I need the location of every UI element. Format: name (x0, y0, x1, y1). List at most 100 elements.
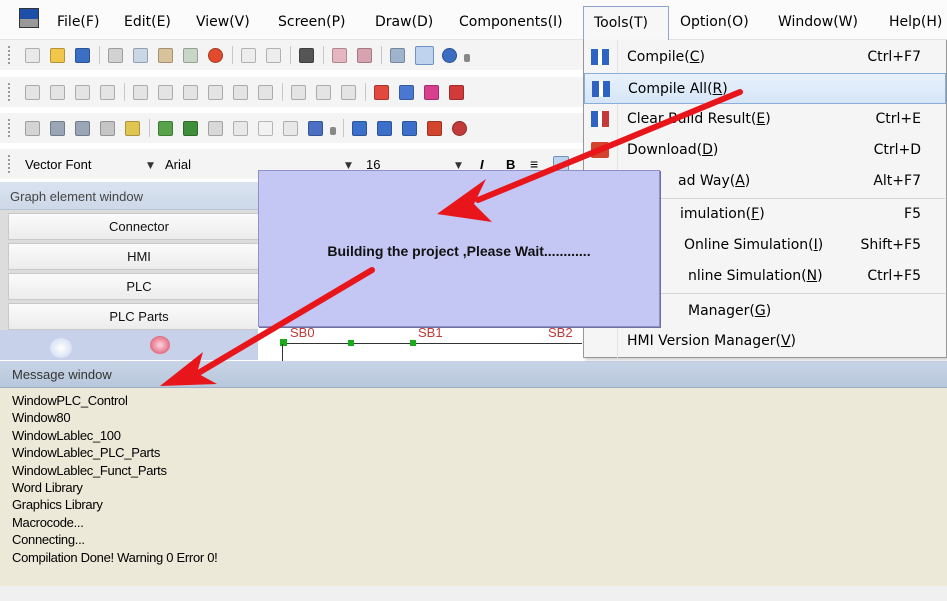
menu-components[interactable]: Components(I) (459, 14, 563, 30)
toolbar-overflow-icon[interactable] (330, 127, 336, 135)
button-preview-icon[interactable] (150, 336, 170, 354)
image-library-icon[interactable] (183, 121, 198, 136)
new-screen-icon[interactable] (283, 121, 298, 136)
paint-icon[interactable] (308, 121, 323, 136)
same-width-icon[interactable] (233, 85, 248, 100)
log-line: Compilation Done! Warning 0 Error 0! (12, 549, 218, 565)
align-right-icon[interactable] (50, 85, 65, 100)
hmi-button[interactable]: HMI (8, 243, 270, 270)
connection-point[interactable] (348, 340, 354, 346)
toolbar-separator (149, 119, 150, 137)
help-icon[interactable] (442, 48, 457, 63)
new-file-icon[interactable] (25, 48, 40, 63)
component-b-icon[interactable] (50, 121, 65, 136)
menu-file[interactable]: File(F) (57, 14, 99, 30)
toolbar-separator (365, 83, 366, 101)
print-preview-icon[interactable] (332, 48, 347, 63)
cut-icon[interactable] (108, 48, 123, 63)
download-toolbar-icon[interactable] (427, 121, 442, 136)
distribute-v-icon[interactable] (208, 85, 223, 100)
align-left-icon[interactable] (25, 85, 40, 100)
menu-help[interactable]: Help(H) (889, 14, 942, 30)
open-folder-icon[interactable] (50, 48, 65, 63)
menu-item-clear-build-result[interactable]: Clear Build Result(E) Ctrl+E (584, 104, 946, 135)
same-height-icon[interactable] (258, 85, 273, 100)
menu-item-label: imulation(F) (680, 206, 765, 222)
align-hcenter-icon[interactable] (133, 85, 148, 100)
toolbar-grip[interactable] (8, 46, 11, 64)
macro-icon[interactable] (233, 121, 248, 136)
send-back-icon[interactable] (399, 85, 414, 100)
message-window-titlebar: Message window (0, 361, 947, 388)
menu-screen[interactable]: Screen(P) (278, 14, 346, 30)
menu-item-compile-all[interactable]: Compile All(R) (584, 73, 946, 104)
align-vcenter-icon[interactable] (158, 85, 173, 100)
clear-build-toolbar-icon[interactable] (402, 121, 417, 136)
menu-view[interactable]: View(V) (196, 14, 250, 30)
save-icon[interactable] (75, 48, 90, 63)
component-d-icon[interactable] (100, 121, 115, 136)
compile-all-toolbar-icon[interactable] (377, 121, 392, 136)
sound-icon[interactable] (208, 121, 223, 136)
find-icon[interactable] (299, 48, 314, 63)
simulation-toolbar-icon[interactable] (452, 121, 467, 136)
group-icon[interactable] (341, 85, 356, 100)
select-mode-icon[interactable] (415, 46, 434, 65)
connector-button[interactable]: Connector (8, 213, 270, 240)
duplicate-icon[interactable] (183, 48, 198, 63)
plc-button[interactable]: PLC (8, 273, 270, 300)
menu-item-download[interactable]: Download(D) Ctrl+D (584, 135, 946, 166)
message-window-title: Message window (12, 367, 112, 382)
menu-item-shortcut: Ctrl+F5 (867, 268, 921, 284)
toolbar-grip[interactable] (8, 83, 11, 101)
font-face-combo[interactable]: Arial (165, 157, 191, 177)
flip-v-icon[interactable] (316, 85, 331, 100)
font-type-combo[interactable]: Vector Font (25, 157, 91, 177)
menu-draw[interactable]: Draw(D) (375, 14, 433, 30)
toolbar-overflow-icon[interactable] (464, 54, 470, 62)
lock-icon[interactable] (125, 121, 140, 136)
distribute-h-icon[interactable] (183, 85, 198, 100)
picture-icon[interactable] (158, 121, 173, 136)
menu-window[interactable]: Window(W) (778, 14, 858, 30)
screen-icon[interactable] (390, 48, 405, 63)
chevron-down-icon[interactable]: ▼ (147, 161, 154, 171)
log-line: WindowLablec_PLC_Parts (12, 445, 161, 461)
screen-canvas[interactable]: SB0 SB1 SB2 (258, 325, 584, 361)
document-icon[interactable] (258, 121, 273, 136)
flip-h-icon[interactable] (291, 85, 306, 100)
canvas-label: SB1 (418, 325, 443, 340)
align-toolbar (0, 77, 583, 107)
download-icon (591, 142, 609, 158)
menu-item-compile[interactable]: Compile(C) Ctrl+F7 (584, 42, 946, 73)
compile-toolbar-icon[interactable] (352, 121, 367, 136)
redo-icon[interactable] (266, 48, 281, 63)
toolbar-grip[interactable] (8, 119, 11, 137)
compile-icon (591, 49, 609, 65)
menu-option[interactable]: Option(O) (680, 14, 749, 30)
connection-point[interactable] (410, 340, 416, 346)
send-backward-icon[interactable] (449, 85, 464, 100)
menu-tools[interactable]: Tools(T) (583, 6, 669, 40)
copy-icon[interactable] (133, 48, 148, 63)
log-line: Connecting... (12, 532, 85, 548)
menu-item-label: Download(D) (627, 142, 719, 158)
undo-icon[interactable] (241, 48, 256, 63)
print-icon[interactable] (357, 48, 372, 63)
delete-icon[interactable] (208, 48, 223, 63)
align-top-icon[interactable] (75, 85, 90, 100)
toolbar-separator (124, 83, 125, 101)
menu-item-shortcut: Ctrl+F7 (867, 49, 921, 65)
bring-front-icon[interactable] (374, 85, 389, 100)
toolbar-grip[interactable] (8, 155, 11, 173)
plc-parts-button[interactable]: PLC Parts (8, 303, 270, 330)
align-bottom-icon[interactable] (100, 85, 115, 100)
component-a-icon[interactable] (25, 121, 40, 136)
paste-icon[interactable] (158, 48, 173, 63)
menu-item-hmi-version-manager[interactable]: HMI Version Manager(V) (584, 326, 946, 357)
menu-edit[interactable]: Edit(E) (124, 14, 171, 30)
message-window[interactable]: WindowPLC_Control Window80 WindowLablec_… (0, 388, 947, 586)
component-c-icon[interactable] (75, 121, 90, 136)
lamp-preview-icon[interactable] (50, 338, 72, 358)
bring-forward-icon[interactable] (424, 85, 439, 100)
